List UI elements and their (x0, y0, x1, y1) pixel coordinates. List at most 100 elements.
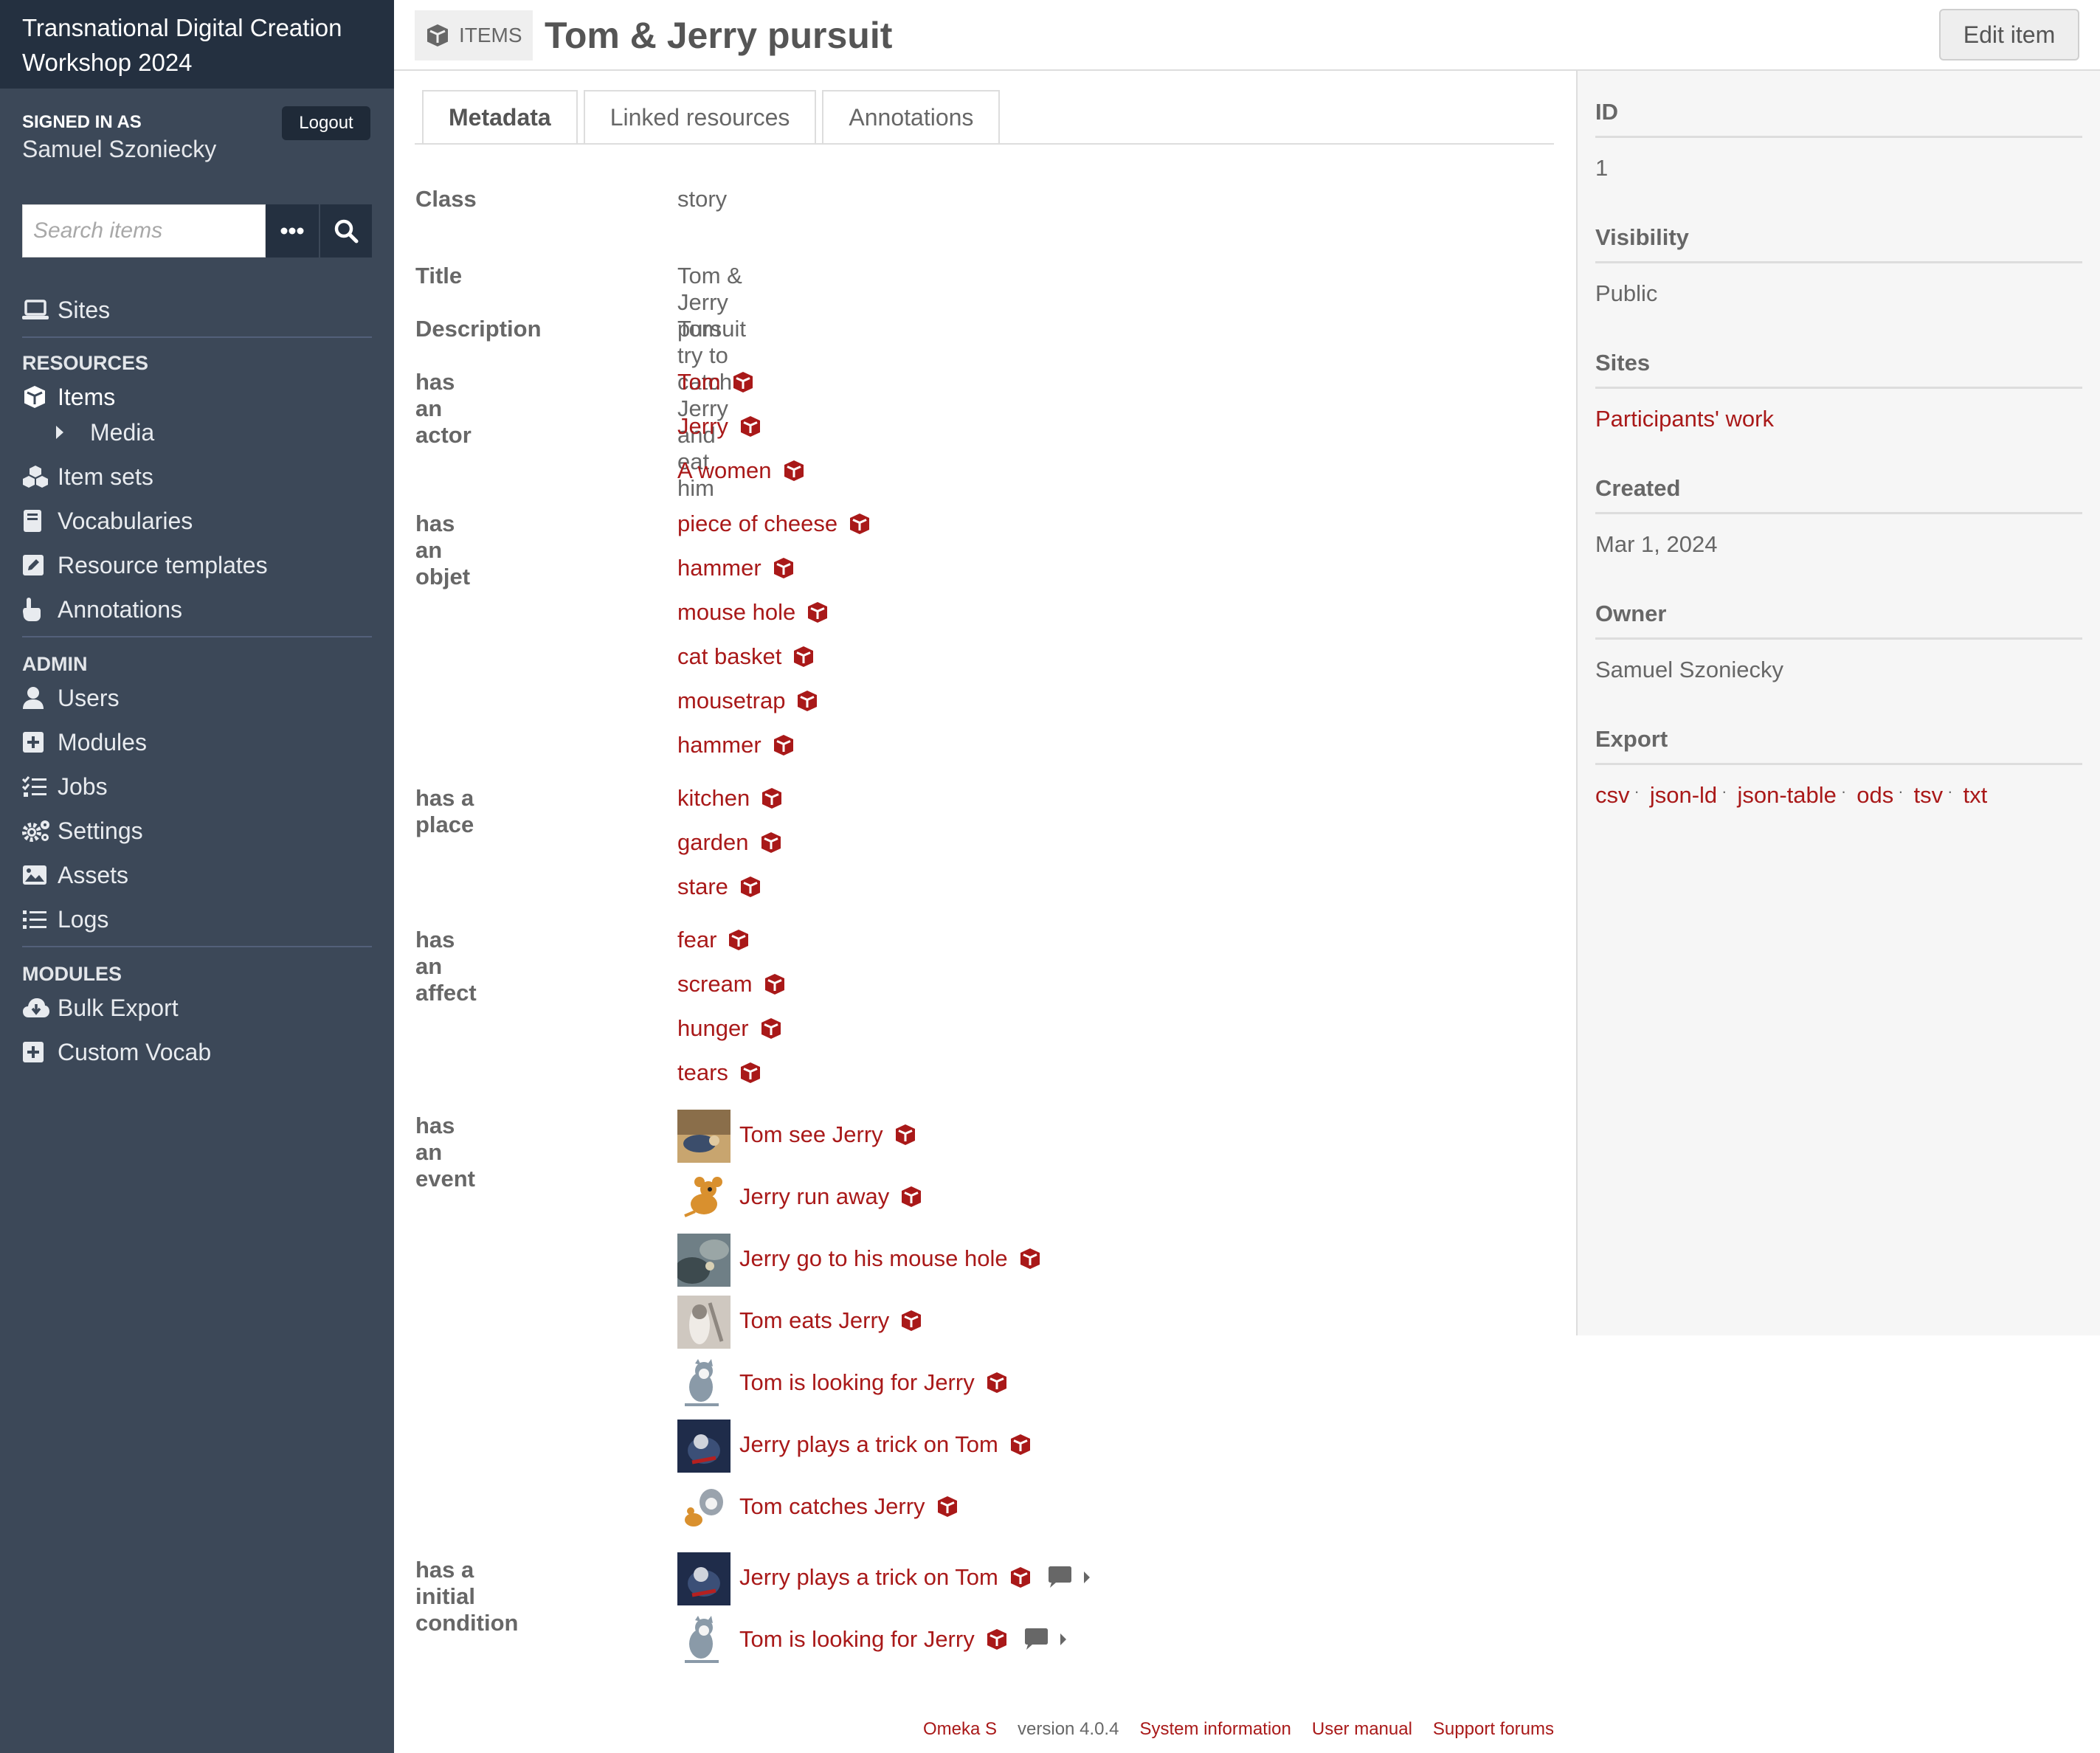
event-thumbnail[interactable] (677, 1296, 730, 1349)
resource-link-label: Tom is looking for Jerry (739, 1369, 975, 1395)
resource-link-label: hammer (677, 555, 761, 581)
resource-link-event[interactable]: Tom see Jerry (739, 1121, 917, 1148)
panel-label-created: Created (1595, 475, 2082, 514)
event-thumbnail[interactable] (677, 1614, 730, 1667)
event-thumbnail[interactable] (677, 1110, 730, 1163)
advanced-search-button[interactable] (266, 204, 319, 257)
event-thumbnail[interactable] (677, 1552, 730, 1605)
footer: Omeka S version 4.0.4 System information… (923, 1719, 1554, 1740)
resource-link-event[interactable]: Jerry run away (739, 1183, 923, 1210)
resource-link-place[interactable]: garden (677, 829, 783, 856)
panel-link-site[interactable]: Participants' work (1595, 406, 1774, 432)
resource-link-objet[interactable]: hammer (677, 555, 795, 581)
resource-link-affect[interactable]: fear (677, 927, 750, 953)
nav-item-custom-vocab[interactable]: Custom Vocab (22, 1030, 372, 1074)
cube-icon (427, 24, 448, 46)
export-link-ods[interactable]: ods (1857, 782, 1893, 809)
resource-link-actor[interactable]: A women (677, 457, 806, 484)
nav-label-assets: Assets (58, 861, 129, 888)
export-link-json-table[interactable]: json-table (1737, 782, 1836, 809)
nav-item-annotations[interactable]: Annotations (22, 587, 372, 632)
page-title: Tom & Jerry pursuit (545, 15, 893, 56)
nav-item-users[interactable]: Users (22, 676, 372, 720)
edit-item-button[interactable]: Edit item (1939, 9, 2079, 60)
search-submit-button[interactable] (319, 204, 372, 257)
edit-icon (22, 554, 58, 576)
resource-link-place[interactable]: stare (677, 874, 762, 900)
resource-link-objet[interactable]: hammer (677, 732, 795, 758)
export-link-txt[interactable]: txt (1963, 782, 1988, 809)
resource-link-event[interactable]: Tom eats Jerry (739, 1307, 923, 1334)
cube-icon (739, 415, 762, 438)
resource-link-label: tears (677, 1059, 728, 1085)
event-thumbnail[interactable] (677, 1358, 730, 1411)
property-value-class: story (677, 186, 728, 212)
comment-icon (1048, 1566, 1090, 1588)
search-form (22, 204, 372, 257)
tab-annotations[interactable]: Annotations (822, 90, 1001, 143)
section-tabs: Metadata Linked resources Annotations (422, 90, 1006, 143)
search-input[interactable] (22, 204, 266, 257)
resource-link-place[interactable]: kitchen (677, 785, 784, 812)
cogs-icon (22, 819, 58, 843)
panel-label-visibility: Visibility (1595, 224, 2082, 263)
cube-icon (22, 384, 58, 409)
footer-link-system-info[interactable]: System information (1139, 1719, 1291, 1740)
cube-icon (1009, 1433, 1032, 1456)
resource-link-objet[interactable]: mousetrap (677, 688, 819, 714)
install-title-link[interactable]: Transnational Digital Creation Workshop … (0, 0, 394, 89)
event-thumbnail[interactable] (677, 1172, 730, 1225)
resource-link-event[interactable]: Tom is looking for Jerry (739, 1369, 1009, 1396)
footer-link-user-manual[interactable]: User manual (1312, 1719, 1412, 1740)
event-thumbnail[interactable] (677, 1420, 730, 1473)
resource-link-actor[interactable]: Tom (677, 369, 755, 395)
nav-divider (22, 336, 372, 338)
export-link-json-ld[interactable]: json-ld (1650, 782, 1717, 809)
nav-item-resource-templates[interactable]: Resource templates (22, 543, 372, 587)
footer-link-omeka[interactable]: Omeka S (923, 1719, 997, 1740)
resource-link-affect[interactable]: hunger (677, 1015, 783, 1042)
cube-icon (763, 972, 787, 996)
event-thumbnail[interactable] (677, 1481, 730, 1535)
event-thumbnail[interactable] (677, 1234, 730, 1287)
resource-link-affect[interactable]: scream (677, 971, 787, 997)
resource-link-objet[interactable]: cat basket (677, 643, 815, 670)
nav-item-assets[interactable]: Assets (22, 853, 372, 897)
nav-label-sites: Sites (58, 296, 111, 323)
tab-linked-resources[interactable]: Linked resources (583, 90, 817, 143)
nav-item-vocabularies[interactable]: Vocabularies (22, 499, 372, 543)
cube-icon (894, 1123, 917, 1147)
nav-item-bulk-export[interactable]: Bulk Export (22, 986, 372, 1030)
export-link-tsv[interactable]: tsv (1914, 782, 1944, 809)
cubes-icon (22, 465, 58, 488)
nav-item-media[interactable]: Media (22, 410, 372, 454)
property-label-description: Description (415, 316, 542, 342)
resource-link-label: Jerry (677, 413, 728, 439)
resource-link-initial-condition[interactable]: Jerry plays a trick on Tom (739, 1564, 1093, 1591)
nav-item-logs[interactable]: Logs (22, 897, 372, 941)
resource-link-objet[interactable]: mouse hole (677, 599, 829, 626)
cube-icon (727, 928, 750, 952)
export-links: csv · json-ld · json-table · ods · tsv · txt (1595, 782, 1987, 809)
resource-link-label: stare (677, 874, 728, 899)
resource-link-event[interactable]: Tom catches Jerry (739, 1493, 959, 1520)
resource-link-actor[interactable]: Jerry (677, 413, 762, 440)
logout-button[interactable]: Logout (282, 106, 370, 140)
nav-item-modules[interactable]: Modules (22, 720, 372, 764)
nav-item-item-sets[interactable]: Item sets (22, 454, 372, 499)
plus-square-icon (22, 731, 58, 753)
nav-item-settings[interactable]: Settings (22, 809, 372, 853)
resource-link-initial-condition[interactable]: Tom is looking for Jerry (739, 1626, 1069, 1653)
resource-link-event[interactable]: Jerry plays a trick on Tom (739, 1431, 1032, 1458)
resource-link-event[interactable]: Jerry go to his mouse hole (739, 1245, 1042, 1272)
export-link-csv[interactable]: csv (1595, 782, 1630, 809)
tasks-icon (22, 775, 58, 798)
annotation-toggle[interactable] (1023, 1628, 1069, 1651)
resource-link-affect[interactable]: tears (677, 1059, 762, 1086)
nav-item-sites[interactable]: Sites (22, 288, 372, 332)
annotation-toggle[interactable] (1047, 1566, 1093, 1589)
nav-item-jobs[interactable]: Jobs (22, 764, 372, 809)
resource-link-objet[interactable]: piece of cheese (677, 511, 871, 537)
tab-metadata[interactable]: Metadata (422, 90, 578, 143)
footer-link-support[interactable]: Support forums (1433, 1719, 1554, 1740)
